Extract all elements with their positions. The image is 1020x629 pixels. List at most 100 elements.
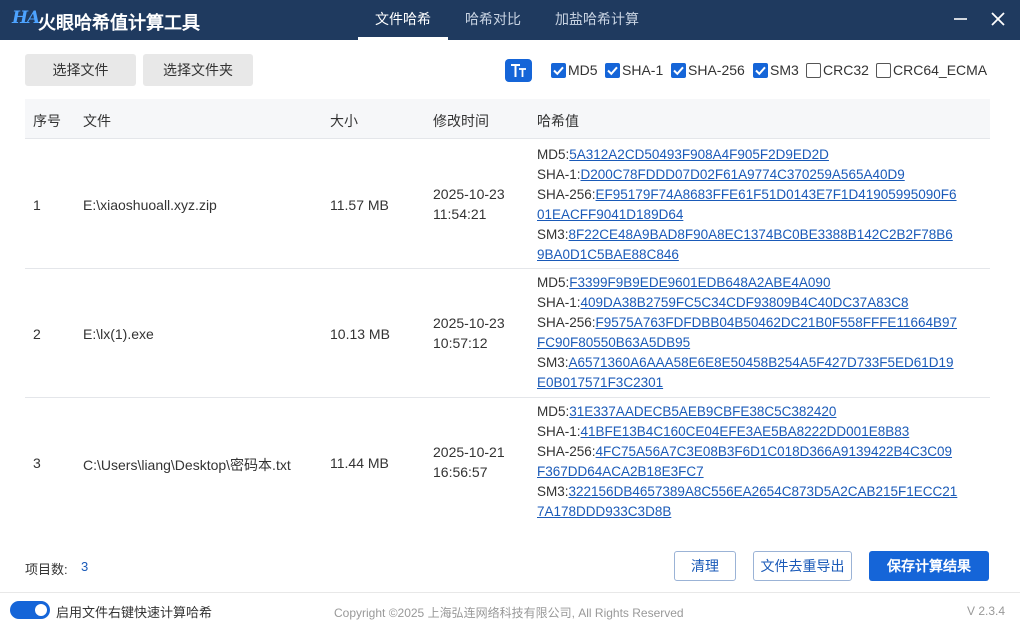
row-mtime: 2025-10-21 16:56:57 <box>433 442 505 482</box>
tab-salted-hash[interactable]: 加盐哈希计算 <box>540 0 654 40</box>
algo-label: CRC64_ECMA <box>893 62 988 78</box>
row-file-path: C:\Users\liang\Desktop\密码本.txt <box>83 457 291 473</box>
row-hashes: MD5:31E337AADECB5AEB9CBFE38C5C382420 SHA… <box>537 402 957 522</box>
hash-value-link[interactable]: E0B017571F3C2301 <box>537 375 663 390</box>
footer-divider <box>0 592 1020 593</box>
hash-prefix: MD5: <box>537 404 570 419</box>
hash-prefix: MD5: <box>537 147 570 162</box>
copyright-text: Copyright ©2025 上海弘连网络科技有限公司, All Rights… <box>334 606 684 620</box>
hash-value-link[interactable]: D200C78FDDD07D02F61A9774C370259A565A40D9 <box>581 167 905 182</box>
item-count-label: 项目数: <box>25 562 68 577</box>
toggle-knob <box>35 604 47 616</box>
hash-prefix: SHA-1: <box>537 424 581 439</box>
hash-prefix: SHA-1: <box>537 295 581 310</box>
algo-label: SHA-256 <box>688 62 745 78</box>
hash-prefix: SHA-256: <box>537 315 596 330</box>
hash-prefix: SHA-256: <box>537 187 596 202</box>
row-mtime: 2025-10-23 11:54:21 <box>433 184 505 224</box>
hash-value-link[interactable]: 409DA38B2759FC5C34CDF93809B4C40DC37A83C8 <box>581 295 909 310</box>
row-hashes: MD5:F3399F9B9EDE9601EDB648A2ABE4A090 SHA… <box>537 273 957 393</box>
hash-value-link[interactable]: F367DD64ACA2B18E3FC7 <box>537 464 704 479</box>
checkbox-unchecked-icon[interactable] <box>876 62 891 78</box>
tab-hash-compare[interactable]: 哈希对比 <box>450 0 536 40</box>
col-index-header[interactable]: 序号 <box>33 111 61 131</box>
row-date: 2025-10-23 <box>433 315 505 331</box>
select-folder-button[interactable]: 选择文件夹 <box>143 54 253 86</box>
algo-sha256[interactable]: SHA-256 <box>671 61 745 79</box>
row-mtime: 2025-10-23 10:57:12 <box>433 313 505 353</box>
context-menu-toggle-label: 启用文件右键快速计算哈希 <box>56 605 213 620</box>
row-file-path: E:\lx(1).exe <box>83 326 154 342</box>
col-hash-header[interactable]: 哈希值 <box>537 111 579 131</box>
table-row[interactable]: 2 E:\lx(1).exe 10.13 MB 2025-10-23 10:57… <box>25 269 990 398</box>
version-text: V 2.3.4 <box>967 604 1006 618</box>
minimize-icon[interactable] <box>950 8 972 30</box>
hash-value-link[interactable]: 5A312A2CD50493F908A4F905F2D9ED2D <box>569 147 829 162</box>
hash-value-link[interactable]: F9575A763FDFDBB04B50462DC21B0F558FFFE116… <box>596 315 957 330</box>
col-size-header[interactable]: 大小 <box>330 111 358 131</box>
algo-label: MD5 <box>568 62 598 78</box>
hash-value-link[interactable]: 8F22CE48A9BAD8F90A8EC1374BC0BE3388B142C2… <box>569 227 953 242</box>
hash-prefix: SM3: <box>537 484 569 499</box>
algo-sm3[interactable]: SM3 <box>753 61 799 79</box>
algo-crc32[interactable]: CRC32 <box>806 61 869 79</box>
hash-value-link[interactable]: FC90F80550B63A5DB95 <box>537 335 690 350</box>
col-mtime-header[interactable]: 修改时间 <box>433 111 489 131</box>
hash-prefix: SHA-256: <box>537 444 596 459</box>
close-icon[interactable] <box>987 8 1009 30</box>
hash-value-link[interactable]: 01EACFF9041D189D64 <box>537 207 683 222</box>
row-size: 10.13 MB <box>330 326 390 342</box>
context-menu-toggle[interactable] <box>10 601 50 619</box>
hash-value-link[interactable]: A6571360A6AAA58E6E8E50458B254A5F427D733F… <box>569 355 954 370</box>
hash-value-link[interactable]: 9BA0D1C5BAE88C846 <box>537 247 679 262</box>
clear-button[interactable]: 清理 <box>674 551 736 581</box>
checkbox-checked-icon[interactable] <box>605 62 620 78</box>
hash-value-link[interactable]: 31E337AADECB5AEB9CBFE38C5C382420 <box>569 404 836 419</box>
checkbox-checked-icon[interactable] <box>671 62 686 78</box>
hash-value-link[interactable]: 4FC75A56A7C3E08B3F6D1C018D366A9139422B4C… <box>596 444 953 459</box>
hash-value-link[interactable]: F3399F9B9EDE9601EDB648A2ABE4A090 <box>569 275 830 290</box>
text-size-icon[interactable] <box>505 59 532 82</box>
select-file-button[interactable]: 选择文件 <box>25 54 136 86</box>
row-file-path: E:\xiaoshuoall.xyz.zip <box>83 197 217 213</box>
row-time: 16:56:57 <box>433 464 488 480</box>
hash-prefix: SM3: <box>537 355 569 370</box>
checkbox-unchecked-icon[interactable] <box>806 62 821 78</box>
row-time: 10:57:12 <box>433 335 488 351</box>
item-count-value: 3 <box>81 559 89 574</box>
algo-sha1[interactable]: SHA-1 <box>605 61 663 79</box>
logo-text: HA <box>12 8 40 28</box>
hash-value-link[interactable]: 322156DB4657389A8C556EA2654C873D5A2CAB21… <box>569 484 958 499</box>
hash-prefix: MD5: <box>537 275 570 290</box>
hash-value-link[interactable]: 7A178DDD933C3D8B <box>537 504 671 519</box>
algo-label: SHA-1 <box>622 62 664 78</box>
row-date: 2025-10-21 <box>433 444 505 460</box>
tab-file-hash[interactable]: 文件哈希 <box>358 0 448 40</box>
row-time: 11:54:21 <box>433 206 487 222</box>
row-date: 2025-10-23 <box>433 186 505 202</box>
title-bar: HA 火眼哈希值计算工具 文件哈希 哈希对比 加盐哈希计算 <box>0 0 1020 40</box>
hash-value-link[interactable]: EF95179F74A8683FFE61F51D0143E7F1D4190599… <box>596 187 957 202</box>
hash-prefix: SM3: <box>537 227 569 242</box>
algo-label: SM3 <box>770 62 799 78</box>
algo-md5[interactable]: MD5 <box>551 61 598 79</box>
dedupe-export-button[interactable]: 文件去重导出 <box>753 551 852 581</box>
table-header: 序号 文件 大小 修改时间 哈希值 <box>25 99 990 139</box>
checkbox-checked-icon[interactable] <box>753 62 768 78</box>
table-row[interactable]: 3 C:\Users\liang\Desktop\密码本.txt 11.44 M… <box>25 398 990 527</box>
row-index: 3 <box>33 455 41 471</box>
col-file-header[interactable]: 文件 <box>83 111 111 131</box>
algo-crc64-ecma[interactable]: CRC64_ECMA <box>876 61 987 79</box>
row-size: 11.44 MB <box>330 455 389 471</box>
checkbox-checked-icon[interactable] <box>551 62 566 78</box>
app-title: 火眼哈希值计算工具 <box>38 13 200 33</box>
hash-value-link[interactable]: 41BFE13B4C160CE04EFE3AE5BA8222DD001E8B83 <box>581 424 910 439</box>
table-row[interactable]: 1 E:\xiaoshuoall.xyz.zip 11.57 MB 2025-1… <box>25 140 990 269</box>
row-size: 11.57 MB <box>330 197 389 213</box>
algo-label: CRC32 <box>823 62 869 78</box>
row-index: 1 <box>33 197 41 213</box>
row-index: 2 <box>33 326 41 342</box>
row-hashes: MD5:5A312A2CD50493F908A4F905F2D9ED2D SHA… <box>537 145 957 265</box>
save-results-button[interactable]: 保存计算结果 <box>869 551 989 581</box>
app-logo: HA <box>12 8 40 28</box>
